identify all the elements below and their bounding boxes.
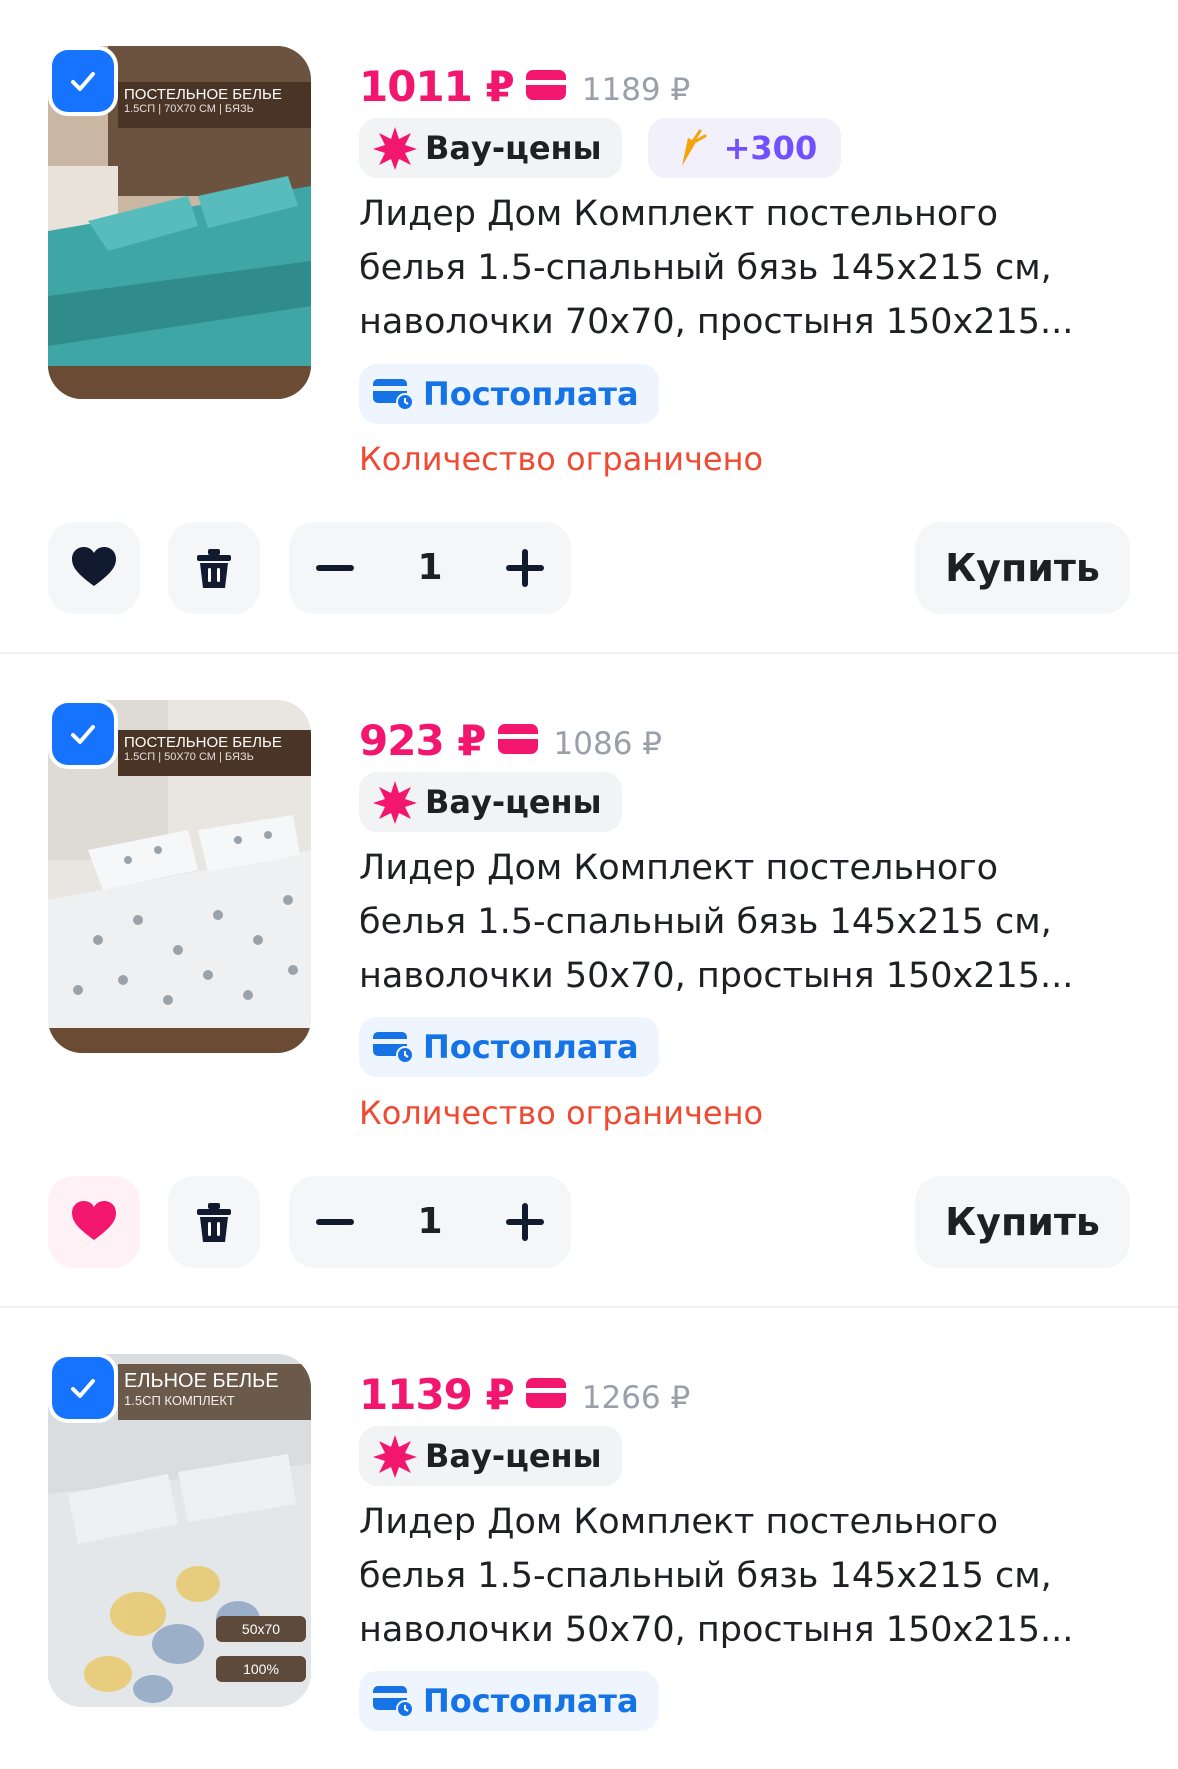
wow-burst-icon: [373, 1435, 417, 1478]
postpay-card-icon: [373, 379, 414, 411]
image-banner: ЕЛЬНОЕ БЕЛЬЕ 1.5СП КОМПЛЕКТ: [118, 1364, 311, 1420]
item-actions: 1 Купить: [48, 522, 1130, 614]
heart-icon: [72, 547, 116, 586]
wow-price-badge[interactable]: Вау-цены: [359, 772, 622, 832]
wow-price-label: Вау-цены: [425, 783, 602, 821]
heart-icon: [72, 1201, 116, 1240]
old-price: 1189 ₽: [581, 72, 691, 108]
price-row: 1011 ₽ 1189 ₽: [359, 48, 690, 108]
price-row: 1139 ₽ 1266 ₽: [359, 1356, 690, 1416]
postpay-label: Постоплата: [423, 375, 639, 413]
favorite-button[interactable]: [48, 522, 140, 614]
image-banner-sub: 1.5СП | 70Х70 СМ | БЯЗЬ: [124, 103, 254, 115]
wow-price-badge[interactable]: Вау-цены: [359, 1426, 622, 1486]
postpay-card-icon: [373, 1686, 414, 1718]
product-title-line: Лидер Дом Комплект постельного: [359, 848, 999, 888]
favorite-button[interactable]: [48, 1176, 140, 1268]
image-banner-title: ПОСТЕЛЬНОЕ БЕЛЬЕ: [124, 734, 282, 751]
postpay-badge[interactable]: Постоплата: [359, 364, 659, 424]
carrot-icon: [681, 129, 707, 166]
checkbox-checked-icon: [71, 725, 95, 744]
price-row: 923 ₽ 1086 ₽: [359, 702, 662, 762]
checkbox-checked-icon: [71, 72, 95, 91]
bonus-label: +300: [723, 129, 818, 167]
quantity-value: 1: [417, 547, 443, 588]
bonus-badge[interactable]: +300: [647, 118, 842, 178]
buy-button[interactable]: Купить: [915, 1176, 1130, 1268]
item-select-checkbox[interactable]: [52, 1357, 114, 1419]
minus-icon: [316, 1219, 354, 1225]
wow-burst-icon: [373, 127, 417, 170]
item-select-checkbox[interactable]: [52, 703, 114, 765]
product-title-line: наволочки 50х70, простыня 150х215...: [359, 1610, 1074, 1650]
item-divider: [0, 652, 1178, 654]
wow-price-label: Вау-цены: [425, 129, 602, 167]
checkbox-checked-icon: [71, 1379, 95, 1398]
limited-stock-text: Количество ограничено: [359, 440, 764, 478]
product-title[interactable]: Лидер Дом Комплект постельного белья 1.5…: [359, 1495, 1149, 1657]
product-title[interactable]: Лидер Дом Комплект постельного белья 1.5…: [359, 841, 1149, 1003]
price: 1011 ₽: [359, 62, 515, 111]
product-title-line: Лидер Дом Комплект постельного: [359, 1502, 999, 1542]
product-title-line: белья 1.5-спальный бязь 145х215 см,: [359, 902, 1052, 942]
card-icon: [525, 1378, 566, 1408]
quantity-stepper: 1: [289, 522, 571, 614]
image-banner: ПОСТЕЛЬНОЕ БЕЛЬЕ 1.5СП | 50Х70 СМ | БЯЗЬ: [118, 730, 311, 776]
card-icon: [497, 724, 538, 754]
plus-icon: [506, 549, 544, 587]
wow-price-badge[interactable]: Вау-цены: [359, 118, 622, 178]
product-title-line: белья 1.5-спальный бязь 145х215 см,: [359, 1556, 1052, 1596]
delete-button[interactable]: [168, 1176, 260, 1268]
wow-price-label: Вау-цены: [425, 1437, 602, 1475]
item-divider: [0, 1306, 1178, 1308]
image-banner-sub: 1.5СП | 50Х70 СМ | БЯЗЬ: [124, 751, 254, 763]
size-tag: 50x70: [216, 1616, 306, 1642]
product-title-line: Лидер Дом Комплект постельного: [359, 194, 999, 234]
product-title-line: наволочки 50х70, простыня 150х215...: [359, 956, 1074, 996]
item-select-checkbox[interactable]: [52, 50, 114, 112]
postpay-label: Постоплата: [423, 1682, 639, 1720]
cotton-tag: 100%: [216, 1656, 306, 1682]
badges: Вау-цены +300: [359, 118, 842, 178]
image-banner-title: ЕЛЬНОЕ БЕЛЬЕ: [124, 1370, 279, 1392]
decrease-button[interactable]: [289, 1176, 381, 1268]
minus-icon: [316, 565, 354, 571]
quantity-value: 1: [417, 1201, 443, 1242]
product-title[interactable]: Лидер Дом Комплект постельного белья 1.5…: [359, 187, 1149, 349]
buy-button[interactable]: Купить: [915, 522, 1130, 614]
product-title-line: белья 1.5-спальный бязь 145х215 см,: [359, 248, 1052, 288]
image-banner-title: ПОСТЕЛЬНОЕ БЕЛЬЕ: [124, 86, 282, 103]
increase-button[interactable]: [479, 522, 571, 614]
limited-stock-text: Количество ограничено: [359, 1094, 764, 1132]
trash-icon: [197, 549, 231, 588]
postpay-badge[interactable]: Постоплата: [359, 1017, 659, 1077]
plus-icon: [506, 1203, 544, 1241]
decrease-button[interactable]: [289, 522, 381, 614]
wow-burst-icon: [373, 781, 417, 824]
old-price: 1086 ₽: [553, 726, 663, 762]
postpay-card-icon: [373, 1032, 414, 1064]
badges: Вау-цены: [359, 1426, 622, 1486]
delete-button[interactable]: [168, 522, 260, 614]
old-price: 1266 ₽: [581, 1380, 691, 1416]
price: 923 ₽: [359, 716, 487, 765]
increase-button[interactable]: [479, 1176, 571, 1268]
image-banner: ПОСТЕЛЬНОЕ БЕЛЬЕ 1.5СП | 70Х70 СМ | БЯЗЬ: [118, 82, 311, 128]
card-icon: [525, 70, 566, 100]
trash-icon: [197, 1203, 231, 1242]
item-actions: 1 Купить: [48, 1176, 1130, 1268]
quantity-stepper: 1: [289, 1176, 571, 1268]
badges: Вау-цены: [359, 772, 622, 832]
price: 1139 ₽: [359, 1370, 515, 1419]
image-banner-sub: 1.5СП КОМПЛЕКТ: [124, 1393, 235, 1408]
postpay-label: Постоплата: [423, 1028, 639, 1066]
postpay-badge[interactable]: Постоплата: [359, 1671, 659, 1731]
product-title-line: наволочки 70х70, простыня 150х215...: [359, 302, 1074, 342]
